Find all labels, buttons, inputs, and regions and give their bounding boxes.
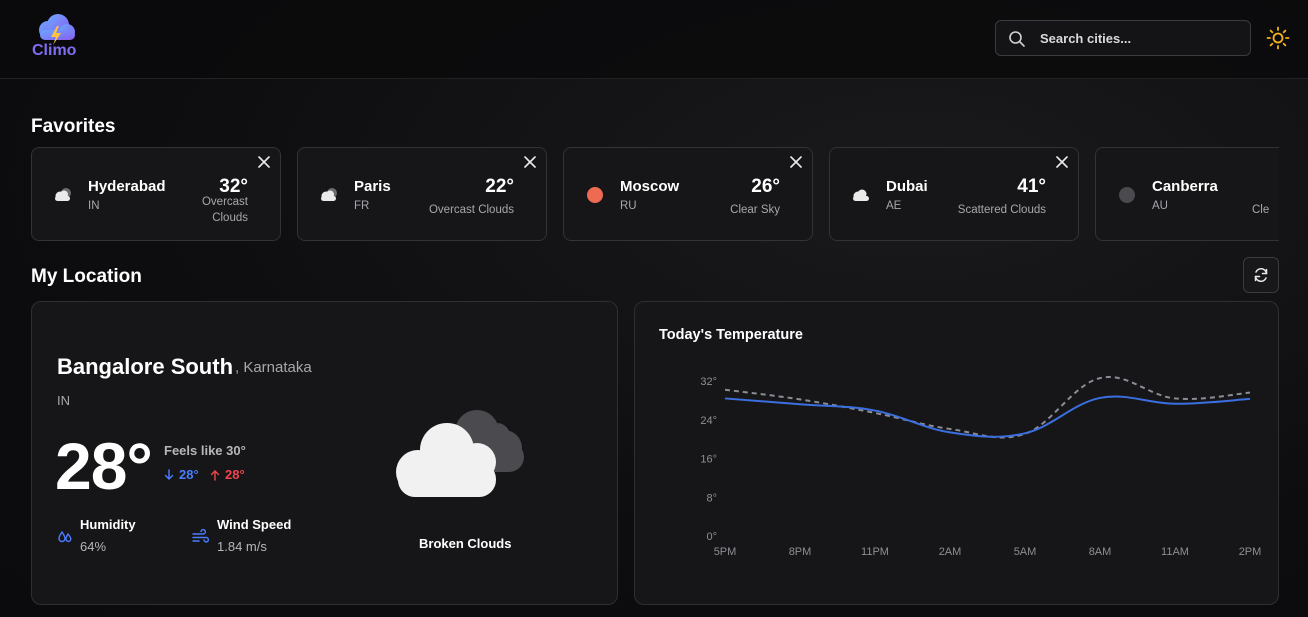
favorite-city: Moscow — [620, 178, 680, 195]
moon-dot-icon — [1119, 187, 1135, 203]
arrow-up-icon — [210, 470, 220, 481]
series-line-dashed — [724, 376, 1251, 439]
x-tick-label: 8PM — [789, 546, 812, 558]
close-icon[interactable] — [258, 156, 270, 168]
cloud-icon — [853, 189, 869, 201]
y-tick-label: 32° — [700, 376, 717, 388]
location-city: Bangalore South — [57, 354, 234, 379]
location-country: IN — [57, 393, 70, 408]
current-temp: 28° — [55, 429, 153, 503]
favorite-card[interactable]: Moscow RU 26° Clear Sky — [563, 147, 813, 241]
favorite-temp: 22° — [485, 176, 514, 197]
favorite-temp: 41° — [1017, 176, 1046, 197]
app-header: Climo Search cities... — [0, 0, 1308, 79]
favorite-city: Hyderabad — [88, 178, 166, 195]
y-tick-label: 16° — [700, 454, 717, 466]
favorite-desc: Overcast Clouds — [428, 204, 514, 216]
x-tick-label: 5AM — [1014, 546, 1037, 558]
favorite-city: Canberra — [1152, 178, 1218, 195]
condition-label: Broken Clouds — [419, 536, 512, 551]
favorite-card[interactable]: Paris FR 22° Overcast Clouds — [297, 147, 547, 241]
close-icon[interactable] — [790, 156, 802, 168]
x-tick-label: 2AM — [939, 546, 962, 558]
max-temp: 28° — [225, 467, 245, 482]
droplets-icon — [58, 530, 72, 543]
x-tick-label: 11PM — [861, 546, 889, 558]
sun-icon[interactable] — [1266, 26, 1290, 50]
favorite-card[interactable]: Dubai AE 41° Scattered Clouds — [829, 147, 1079, 241]
arrow-down-icon — [164, 469, 174, 480]
y-tick-label: 24° — [700, 415, 717, 427]
favorite-country: IN — [88, 200, 100, 212]
y-tick-label: 8° — [706, 492, 717, 504]
broken-clouds-icon — [396, 410, 524, 497]
cloud-icon — [55, 188, 71, 201]
x-tick-label: 5PM — [714, 546, 737, 558]
favorite-country: FR — [354, 200, 370, 212]
wind-icon — [192, 528, 210, 543]
favorite-desc: Cle — [1252, 204, 1270, 216]
search-icon — [1009, 31, 1025, 47]
humidity-label: Humidity — [80, 517, 136, 532]
feels-like: Feels like 30° — [164, 443, 246, 458]
wind-value: 1.84 m/s — [217, 539, 267, 554]
x-tick-label: 11AM — [1161, 546, 1189, 558]
favorite-card[interactable]: Hyderabad IN 32° Overcast Clouds — [31, 147, 281, 241]
y-tick-label: 0° — [706, 531, 717, 543]
favorite-city: Dubai — [886, 178, 928, 195]
favorite-desc: Overcast Clouds — [201, 196, 248, 224]
temperature-chart: 0° 8° 16° 24° 32° 5PM 8PM 11PM 2AM 5AM 8AM 11AM 2PM — [700, 376, 1262, 558]
temperature-chart-panel: Today's Temperature 0° 8° 16° 24° 32° 5PM 8PM 1… — [634, 301, 1279, 605]
wind-label: Wind Speed — [217, 517, 292, 532]
favorites-strip[interactable]: Hyderabad IN 32° Overcast Clouds Paris F… — [31, 147, 1279, 242]
favorite-country: AU — [1152, 200, 1168, 212]
series-line-solid — [724, 395, 1251, 438]
x-tick-label: 2PM — [1239, 546, 1262, 558]
favorite-country: AE — [886, 200, 902, 212]
search-input[interactable]: Search cities... — [1040, 31, 1131, 46]
location-region: , Karnataka — [235, 359, 312, 376]
refresh-button[interactable] — [1243, 257, 1279, 293]
favorite-temp: 26° — [751, 176, 780, 197]
favorite-desc: Scattered Clouds — [957, 204, 1046, 216]
x-tick-label: 8AM — [1089, 546, 1112, 558]
my-location-title: My Location — [31, 266, 142, 287]
favorite-city: Paris — [354, 178, 391, 195]
favorite-desc: Clear Sky — [730, 204, 780, 216]
humidity-value: 64% — [80, 539, 107, 554]
favorite-card[interactable]: Canberra AU Cle — [1095, 147, 1279, 241]
sun-dot-icon — [587, 187, 603, 203]
search-box[interactable]: Search cities... — [995, 20, 1251, 56]
logo-text: Climo — [32, 42, 77, 59]
refresh-icon — [1254, 267, 1268, 283]
favorite-country: RU — [620, 200, 637, 212]
favorites-title: Favorites — [31, 116, 116, 137]
cloud-icon — [321, 188, 337, 201]
min-temp: 28° — [179, 467, 199, 482]
close-icon[interactable] — [1056, 156, 1068, 168]
current-weather-panel: Bangalore South , Karnataka IN 28° Feels… — [31, 301, 618, 605]
close-icon[interactable] — [524, 156, 536, 168]
